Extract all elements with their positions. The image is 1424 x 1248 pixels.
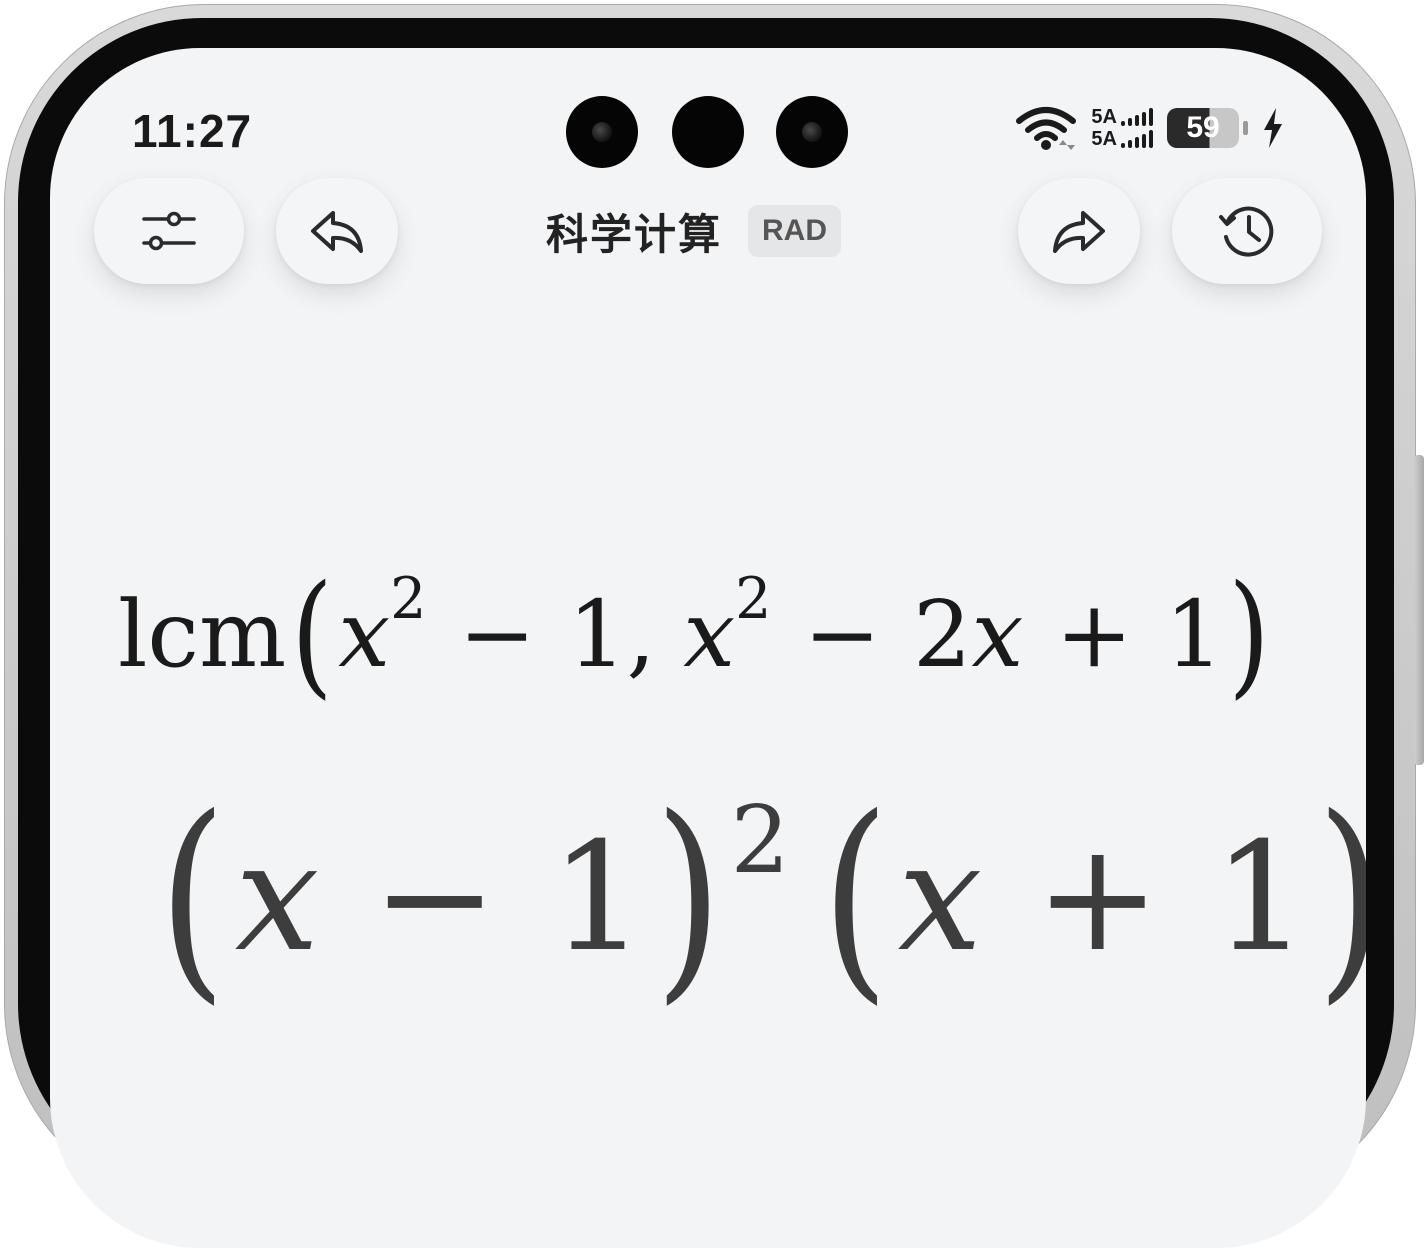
expr-open-paren: ( — [291, 557, 334, 713]
result-operator: + — [1034, 811, 1161, 985]
expr-var: x — [683, 581, 736, 688]
forward-button[interactable] — [1018, 178, 1140, 284]
signal-bars-icon — [1121, 130, 1153, 148]
result-close-paren: ) — [1317, 789, 1366, 1007]
camera-sensor-icon — [672, 96, 744, 168]
result-close-paren: ) — [654, 771, 722, 1025]
battery-tip — [1243, 121, 1248, 135]
result-constant: 1 — [550, 811, 646, 985]
expr-operator: + — [1055, 581, 1133, 688]
page-title: 科学计算 — [546, 210, 723, 258]
expr-exponent: 2 — [735, 566, 772, 633]
camera-lens-icon — [776, 96, 848, 168]
status-time: 11:27 — [132, 105, 253, 157]
expr-coefficient: 2 — [912, 581, 972, 688]
wifi-icon — [1016, 107, 1077, 150]
status-indicators: 5A 5A 59 — [1015, 104, 1284, 152]
settings-button[interactable] — [94, 178, 244, 284]
result-open-paren: ( — [821, 771, 890, 1025]
expr-var: x — [971, 581, 1024, 688]
result-operator: − — [371, 811, 498, 985]
signal-bars-icon — [1121, 108, 1153, 126]
cellular-status: 5A 5A — [1091, 106, 1153, 150]
result-var: x — [897, 811, 983, 985]
expr-exponent: 2 — [390, 566, 427, 633]
back-button[interactable] — [276, 178, 398, 284]
phone-side-button — [1414, 455, 1424, 765]
expr-operator: − — [458, 581, 536, 688]
camera-lens-icon — [566, 96, 638, 168]
expression-display[interactable]: lcm ( x 2 − 1 , x 2 − 2 x + 1 ) — [118, 540, 1318, 730]
expr-comma: , — [626, 581, 656, 688]
charging-bolt-icon — [1264, 108, 1282, 148]
expr-function: lcm — [118, 581, 287, 688]
reply-arrow-icon — [311, 211, 363, 253]
result-exponent: 2 — [730, 785, 790, 894]
expr-constant: 1 — [567, 581, 627, 688]
expr-constant: 1 — [1164, 581, 1224, 688]
history-button[interactable] — [1172, 178, 1322, 284]
expr-var: x — [338, 581, 391, 688]
expr-operator: − — [803, 581, 881, 688]
network-type-1: 5A — [1091, 106, 1117, 128]
sliders-icon — [142, 211, 196, 251]
share-arrow-icon — [1053, 211, 1105, 253]
result-constant: 1 — [1213, 811, 1309, 985]
angle-mode-badge[interactable]: RAD — [748, 205, 842, 257]
app-screen: 11:27 5A 5A 59 科学计算 RAD lcm (x 2 − 1 , … — [50, 48, 1366, 1248]
result-open-paren: ( — [158, 771, 227, 1025]
history-clock-icon — [1219, 206, 1274, 257]
battery-level: 59 — [1186, 111, 1220, 144]
result-display: ( x − 1 ) 2 ( x + 1 ) — [150, 768, 1366, 1028]
expr-close-paren: ) — [1228, 557, 1271, 713]
network-type-2: 5A — [1091, 128, 1117, 150]
page-header: 科学计算 RAD — [546, 200, 842, 262]
battery-icon: 59 — [1167, 108, 1239, 148]
result-var: x — [234, 811, 320, 985]
